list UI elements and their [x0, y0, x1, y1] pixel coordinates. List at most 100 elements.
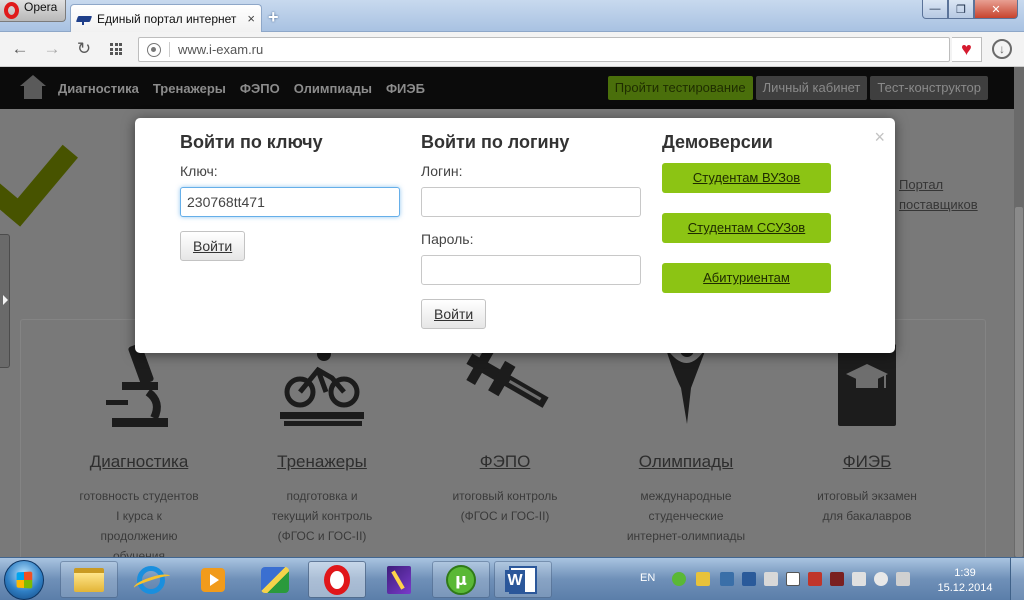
feature-title-fepo[interactable]: ФЭПО	[425, 452, 585, 472]
user-login-button[interactable]: Войти	[421, 299, 487, 329]
address-bar[interactable]: www.i-exam.ru	[138, 37, 950, 62]
key-login-button[interactable]: Войти	[180, 231, 246, 261]
key-login-section: Войти по ключу Ключ: Войти	[180, 132, 400, 261]
tray-monitor-icon[interactable]	[720, 572, 734, 586]
site-nav-actions: Пройти тестирование Личный кабинет Тест-…	[607, 76, 988, 100]
utorrent-tray-icon[interactable]	[672, 572, 686, 586]
language-indicator[interactable]: EN	[640, 572, 655, 584]
speed-dial-grid-icon[interactable]	[110, 43, 122, 55]
tray-app2-icon[interactable]	[742, 572, 756, 586]
scrollbar-thumb[interactable]	[1015, 207, 1023, 557]
browser-toolbar: ← → ↻ www.i-exam.ru ♥ ↓	[0, 32, 1024, 67]
system-tray: EN 1:39 15.12.2014	[630, 558, 1024, 600]
tray-window-icon[interactable]	[786, 572, 800, 586]
taskbar-opera[interactable]	[308, 561, 366, 598]
feature-desc-olympiads: международные студенческие интернет-олим…	[626, 489, 746, 543]
feature-title-trainers[interactable]: Тренажеры	[242, 452, 402, 472]
sidebar-toggle-handle[interactable]	[0, 234, 10, 368]
tray-app-icon[interactable]	[696, 572, 710, 586]
paint-icon	[261, 566, 289, 593]
opera-menu-button[interactable]: Opera	[0, 0, 66, 22]
key-login-heading: Войти по ключу	[180, 132, 323, 152]
nav-link-olympiads[interactable]: Олимпиады	[294, 81, 372, 96]
nav-link-trainers[interactable]: Тренажеры	[153, 81, 226, 96]
login-modal: × Войти по ключу Ключ: Войти Войти по ло…	[135, 118, 895, 353]
taskbar-editor[interactable]	[370, 561, 428, 598]
nav-link-fieb[interactable]: ФИЭБ	[386, 81, 425, 96]
taskbar-internet-explorer[interactable]	[122, 561, 180, 598]
tray-device-icon[interactable]	[896, 572, 910, 586]
minimize-button[interactable]: —	[922, 0, 948, 19]
page-scrollbar[interactable]	[1014, 67, 1024, 557]
reload-icon[interactable]: ↻	[74, 40, 94, 58]
start-button[interactable]	[4, 560, 44, 600]
utorrent-icon: µ	[446, 564, 476, 595]
address-url[interactable]: www.i-exam.ru	[178, 42, 263, 57]
opera-icon	[324, 564, 350, 595]
feature-title-fieb[interactable]: ФИЭБ	[787, 452, 947, 472]
caliper-icon	[466, 345, 549, 408]
feature-desc-diagnostics: готовность студентов I курса к продолжен…	[79, 489, 199, 557]
user-login-heading: Войти по логину	[421, 132, 570, 152]
maximize-button[interactable]: ❐	[948, 0, 974, 19]
login-input[interactable]	[421, 187, 641, 217]
password-input[interactable]	[421, 255, 641, 285]
demo-applicants-button[interactable]: Абитуриентам	[662, 263, 831, 293]
tray-network-icon[interactable]	[830, 572, 844, 586]
taskbar-word[interactable]	[494, 561, 552, 598]
clock-date: 15.12.2014	[937, 582, 993, 594]
tray-usb-icon[interactable]	[852, 572, 866, 586]
opera-menu-label: Opera	[24, 0, 58, 14]
taskbar-explorer[interactable]	[60, 561, 118, 598]
demo-section: Демоверсии Студентам ВУЗов Студентам ССУ…	[662, 132, 831, 313]
new-tab-button[interactable]: +	[268, 7, 279, 28]
feature-title-diagnostics[interactable]: Диагностика	[59, 452, 219, 472]
site-info-icon[interactable]	[147, 42, 161, 57]
taskbar-paint[interactable]	[246, 561, 304, 598]
key-label: Ключ:	[180, 163, 218, 179]
tray-error-icon[interactable]	[808, 572, 822, 586]
nav-link-fepo[interactable]: ФЭПО	[240, 81, 280, 96]
modal-close-icon[interactable]: ×	[874, 128, 885, 146]
feature-title-olympiads[interactable]: Олимпиады	[606, 452, 766, 472]
take-test-button[interactable]: Пройти тестирование	[607, 76, 753, 100]
windows-taskbar: µ EN 1:39 15.12.2014	[0, 557, 1024, 600]
graduation-cap-icon	[77, 13, 91, 25]
microscope-icon	[106, 343, 168, 427]
tab-close-icon[interactable]: ×	[247, 11, 255, 26]
close-window-button[interactable]: ✕	[974, 0, 1018, 19]
download-icon[interactable]: ↓	[992, 39, 1012, 59]
volume-icon[interactable]	[874, 572, 888, 586]
window-controls: — ❐ ✕	[922, 0, 1018, 19]
feature-panel: Диагностика готовность студентов I курса…	[20, 319, 986, 557]
personal-cabinet-button[interactable]: Личный кабинет	[755, 76, 868, 100]
home-icon[interactable]	[20, 75, 46, 99]
taskbar-media-player[interactable]	[184, 561, 242, 598]
browser-tab-active[interactable]: Единый портал интернет ×	[70, 4, 262, 32]
graduation-book-icon	[838, 344, 896, 426]
portal-link-line1: Портал	[899, 177, 944, 192]
key-input[interactable]	[180, 187, 400, 217]
word-icon	[505, 565, 537, 594]
olympiad-figure-icon	[665, 343, 707, 424]
checkmark-logo-icon	[22, 99, 132, 199]
feature-desc-fepo: итоговый контроль (ФГОС и ГОС-II)	[452, 489, 558, 523]
internet-explorer-icon	[137, 565, 165, 594]
password-label: Пароль:	[421, 231, 474, 247]
tray-arrows-icon[interactable]	[764, 572, 778, 586]
suppliers-portal-link[interactable]: Портал поставщиков	[899, 175, 978, 215]
taskbar-utorrent[interactable]: µ	[432, 561, 490, 598]
bookmark-heart-icon[interactable]: ♥	[952, 37, 982, 62]
system-clock[interactable]: 1:39 15.12.2014	[933, 566, 997, 596]
back-arrow-icon[interactable]: ←	[10, 40, 30, 58]
demo-college-button[interactable]: Студентам ССУЗов	[662, 213, 831, 243]
demo-university-button[interactable]: Студентам ВУЗов	[662, 163, 831, 193]
media-player-icon	[201, 567, 225, 592]
feature-desc-fieb: итоговый экзамен для бакалавров	[817, 489, 917, 523]
test-builder-button[interactable]: Тест-конструктор	[870, 76, 988, 100]
nav-link-diagnostics[interactable]: Диагностика	[58, 81, 139, 96]
show-desktop-button[interactable]	[1010, 558, 1024, 600]
forward-arrow-icon[interactable]: →	[42, 40, 62, 58]
address-separator	[169, 42, 170, 57]
site-nav-bar: Диагностика Тренажеры ФЭПО Олимпиады ФИЭ…	[0, 67, 1024, 109]
